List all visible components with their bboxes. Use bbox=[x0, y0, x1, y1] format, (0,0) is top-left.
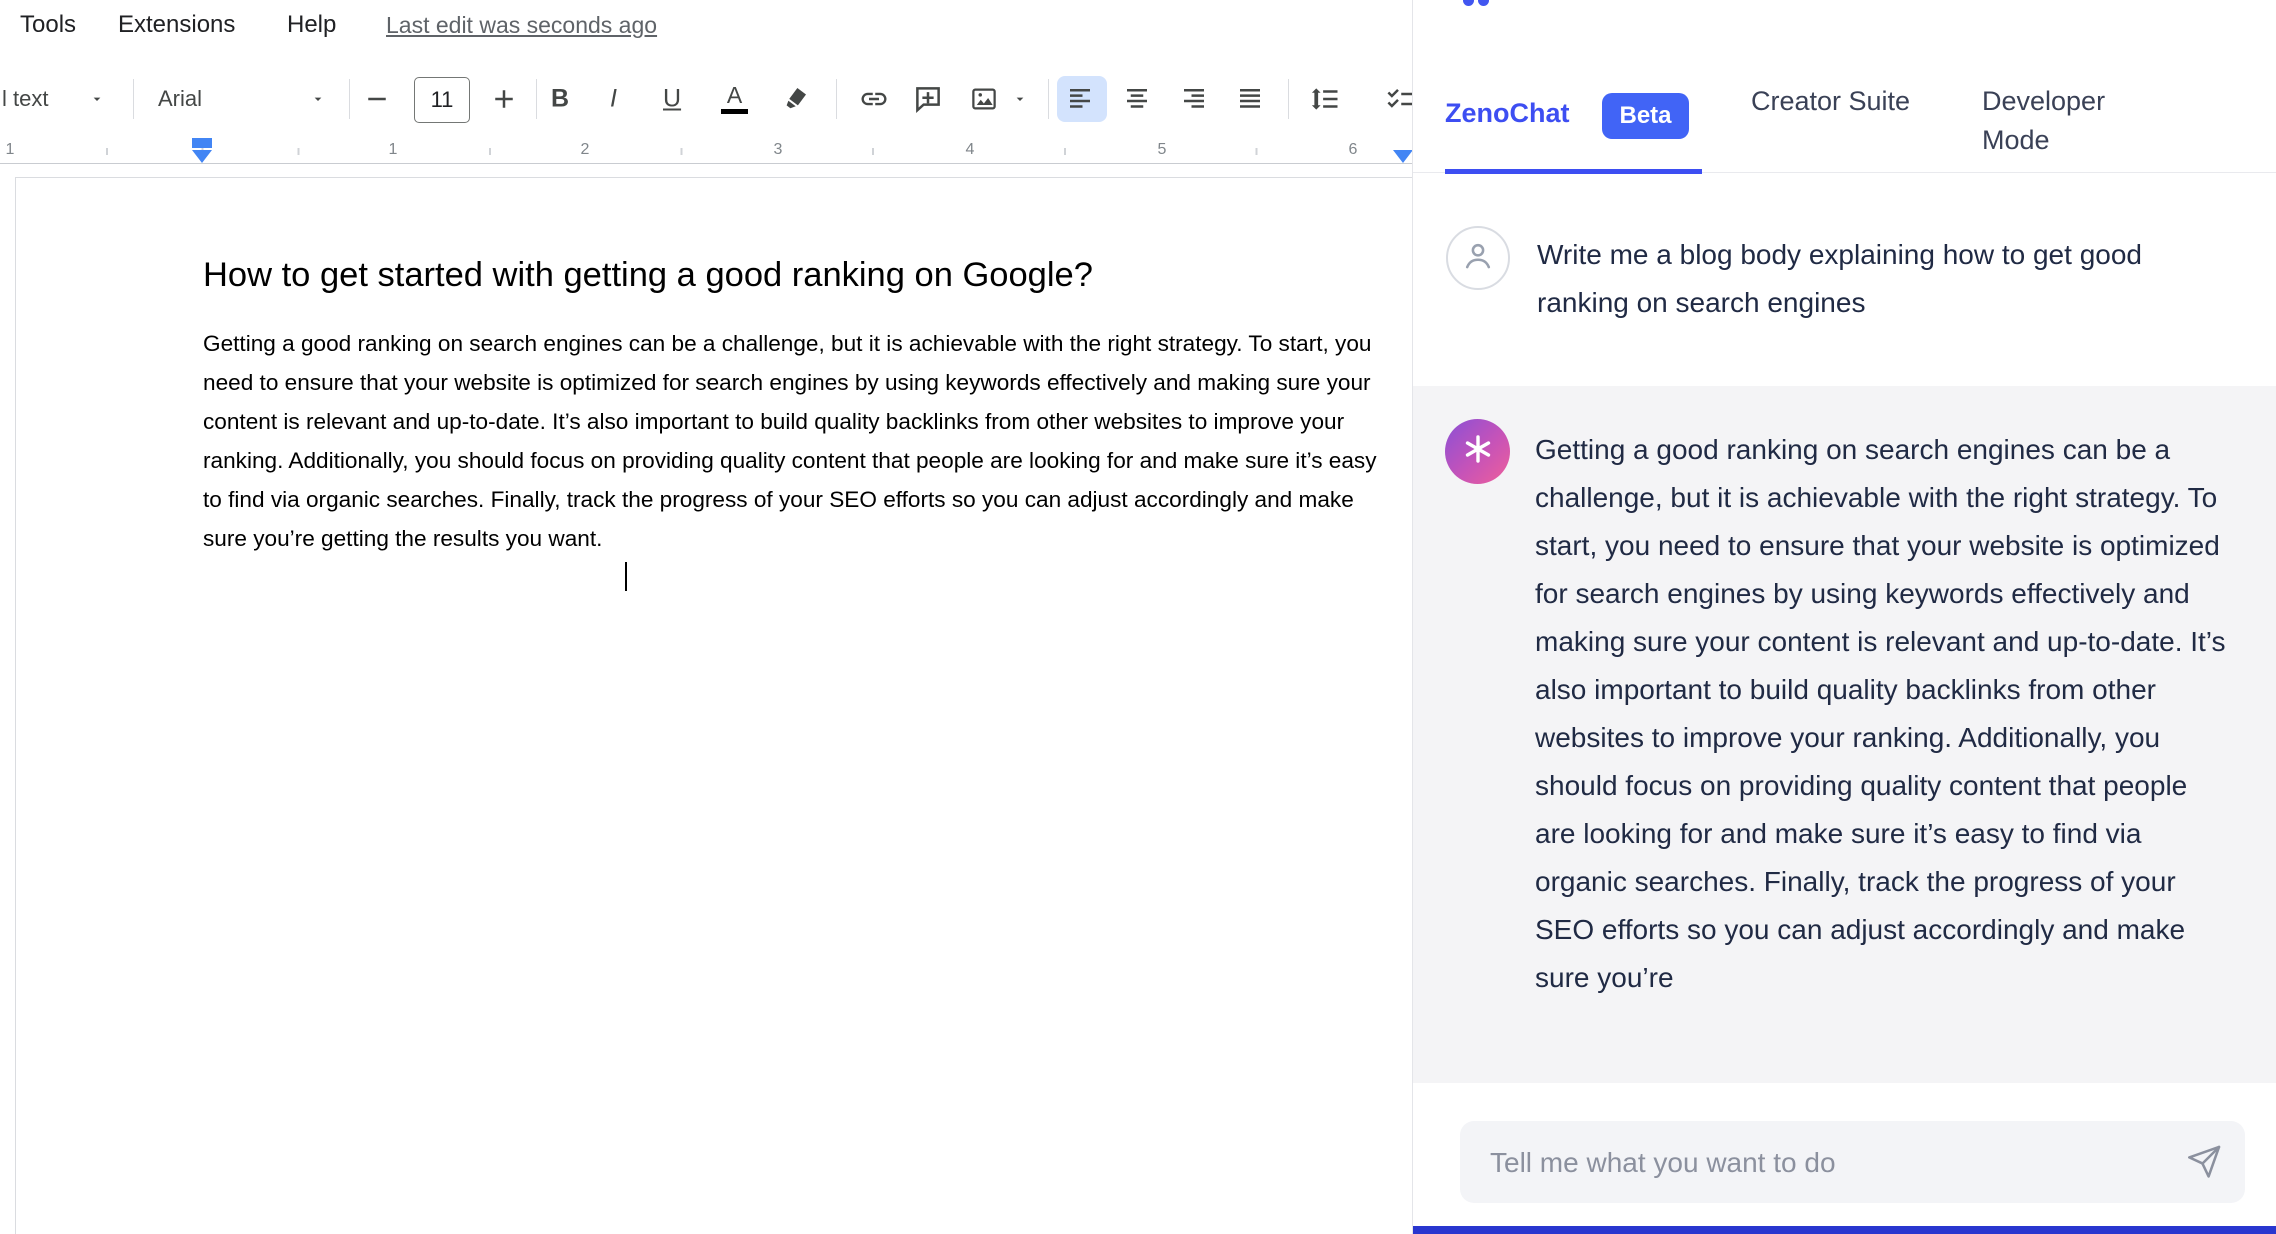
text-cursor bbox=[625, 562, 627, 591]
ruler-number: 2 bbox=[578, 141, 593, 159]
active-tab-underline bbox=[1445, 169, 1702, 174]
chat-input[interactable] bbox=[1488, 1121, 2152, 1205]
zenochat-panel: ZenoChat Beta Creator Suite Developer Mo… bbox=[1412, 0, 2276, 1234]
text-color-button[interactable]: A bbox=[721, 84, 748, 114]
ruler-number: 3 bbox=[771, 141, 786, 159]
google-docs-area: Tools Extensions Help Last edit was seco… bbox=[0, 0, 1412, 1234]
beta-badge: Beta bbox=[1602, 93, 1689, 139]
ai-message: Getting a good ranking on search engines… bbox=[1535, 426, 2227, 1002]
right-indent-marker[interactable] bbox=[1393, 150, 1412, 163]
font-size-field[interactable]: 11 bbox=[414, 77, 470, 123]
tab-creator-suite[interactable]: Creator Suite bbox=[1751, 82, 1911, 121]
chevron-down-icon[interactable] bbox=[310, 91, 326, 107]
document-body[interactable]: Getting a good ranking on search engines… bbox=[203, 324, 1399, 558]
textcortex-logo bbox=[1463, 0, 1474, 6]
font-dropdown[interactable]: Arial bbox=[158, 86, 202, 112]
line-spacing-icon[interactable] bbox=[1310, 84, 1340, 114]
page-left-edge bbox=[15, 177, 16, 1234]
panel-bottom-bar bbox=[1413, 1226, 2276, 1234]
first-line-indent-marker[interactable] bbox=[192, 138, 212, 148]
italic-button[interactable]: I bbox=[610, 85, 617, 114]
insert-link-icon[interactable] bbox=[859, 84, 889, 114]
tab-developer-mode[interactable]: Developer Mode bbox=[1982, 82, 2172, 160]
justify-icon[interactable] bbox=[1235, 84, 1265, 114]
ruler-number: 5 bbox=[1155, 141, 1170, 159]
brain-asterisk-icon bbox=[1461, 432, 1495, 471]
menu-tools[interactable]: Tools bbox=[20, 11, 76, 39]
checklist-icon[interactable] bbox=[1385, 84, 1412, 114]
textcortex-logo bbox=[1478, 0, 1489, 6]
left-indent-marker[interactable] bbox=[192, 150, 212, 163]
ruler-number: 6 bbox=[1346, 141, 1361, 159]
ruler-number: 1 bbox=[3, 141, 18, 159]
bold-button[interactable]: B bbox=[551, 85, 569, 114]
chevron-down-icon[interactable] bbox=[89, 91, 105, 107]
chat-input-container bbox=[1460, 1121, 2245, 1203]
user-message: Write me a blog body explaining how to g… bbox=[1537, 231, 2227, 327]
menu-bar: Tools Extensions Help Last edit was seco… bbox=[0, 0, 1412, 58]
user-avatar bbox=[1446, 226, 1510, 290]
ruler-number: 4 bbox=[963, 141, 978, 159]
toolbar-separator bbox=[133, 79, 134, 119]
send-icon[interactable] bbox=[2185, 1143, 2223, 1181]
ruler: 1 1 2 3 4 5 6 bbox=[0, 136, 1412, 164]
align-left-icon[interactable] bbox=[1065, 84, 1095, 114]
align-center-icon[interactable] bbox=[1122, 84, 1152, 114]
last-edit-link[interactable]: Last edit was seconds ago bbox=[386, 12, 657, 39]
text-color-swatch bbox=[721, 109, 748, 114]
toolbar: l text Arial 11 B bbox=[0, 70, 1412, 128]
align-right-icon[interactable] bbox=[1179, 84, 1209, 114]
tab-zenochat[interactable]: ZenoChat bbox=[1445, 98, 1570, 129]
menu-extensions[interactable]: Extensions bbox=[118, 11, 235, 39]
document-title[interactable]: How to get started with getting a good r… bbox=[203, 253, 1393, 297]
insert-image-icon[interactable] bbox=[969, 84, 999, 114]
add-comment-icon[interactable] bbox=[913, 84, 943, 114]
paragraph-style-dropdown[interactable]: l text bbox=[2, 86, 48, 112]
toolbar-separator bbox=[1048, 79, 1049, 119]
zenochat-avatar bbox=[1445, 419, 1510, 484]
page-top-edge bbox=[15, 177, 1412, 178]
toolbar-separator bbox=[536, 79, 537, 119]
menu-help[interactable]: Help bbox=[287, 11, 336, 39]
increase-font-size-button[interactable] bbox=[489, 84, 519, 114]
highlighter-icon[interactable] bbox=[780, 84, 810, 114]
screen: Tools Extensions Help Last edit was seco… bbox=[0, 0, 2276, 1234]
toolbar-separator bbox=[349, 79, 350, 119]
chevron-down-icon[interactable] bbox=[1012, 91, 1028, 107]
ruler-number: 1 bbox=[386, 141, 401, 159]
toolbar-separator bbox=[836, 79, 837, 119]
decrease-font-size-button[interactable] bbox=[362, 84, 392, 114]
person-icon bbox=[1460, 238, 1496, 279]
ai-message-block: Getting a good ranking on search engines… bbox=[1413, 386, 2276, 1083]
underline-button[interactable]: U bbox=[663, 85, 681, 114]
toolbar-separator bbox=[1288, 79, 1289, 119]
